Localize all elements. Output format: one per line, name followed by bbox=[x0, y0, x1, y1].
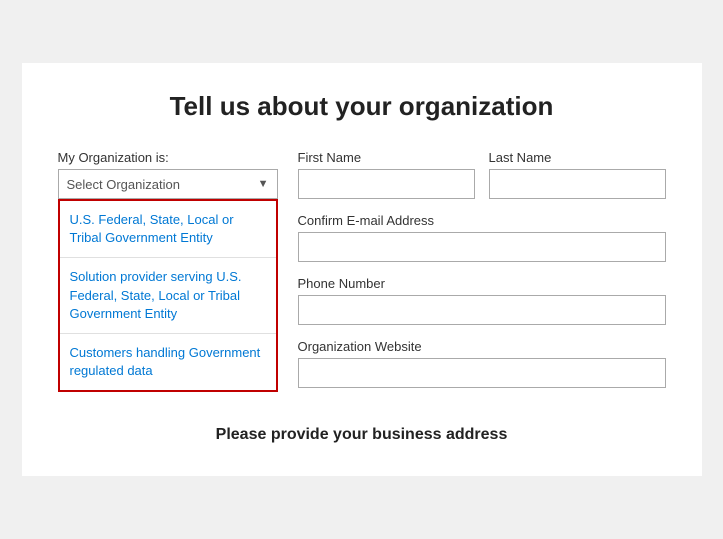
dropdown-item-0[interactable]: U.S. Federal, State, Local or Tribal Gov… bbox=[60, 201, 276, 258]
right-column: First Name Last Name Confirm E-mail Addr… bbox=[298, 150, 666, 402]
chevron-down-icon: ▼ bbox=[258, 178, 269, 190]
dropdown-item-2[interactable]: Customers handling Government regulated … bbox=[60, 334, 276, 390]
confirm-email-group: Confirm E-mail Address bbox=[298, 213, 666, 262]
bottom-text: Please provide your business address bbox=[58, 426, 666, 444]
confirm-email-label: Confirm E-mail Address bbox=[298, 213, 666, 228]
first-name-input[interactable] bbox=[298, 169, 475, 199]
left-column: My Organization is: Select Organization … bbox=[58, 150, 278, 402]
name-row: First Name Last Name bbox=[298, 150, 666, 199]
page-title: Tell us about your organization bbox=[58, 91, 666, 122]
phone-group: Phone Number bbox=[298, 276, 666, 325]
dropdown-item-1[interactable]: Solution provider serving U.S. Federal, … bbox=[60, 258, 276, 334]
phone-row: Phone Number bbox=[298, 276, 666, 325]
first-name-label: First Name bbox=[298, 150, 475, 165]
phone-input[interactable] bbox=[298, 295, 666, 325]
email-row: Confirm E-mail Address bbox=[298, 213, 666, 262]
website-row: Organization Website bbox=[298, 339, 666, 388]
phone-label: Phone Number bbox=[298, 276, 666, 291]
select-value: Select Organization bbox=[67, 177, 180, 192]
org-website-label: Organization Website bbox=[298, 339, 666, 354]
last-name-input[interactable] bbox=[489, 169, 666, 199]
org-select[interactable]: Select Organization ▼ bbox=[58, 169, 278, 199]
page-container: Tell us about your organization My Organ… bbox=[22, 63, 702, 476]
first-name-group: First Name bbox=[298, 150, 475, 199]
dropdown-list: U.S. Federal, State, Local or Tribal Gov… bbox=[58, 199, 278, 392]
org-label: My Organization is: bbox=[58, 150, 278, 165]
confirm-email-input[interactable] bbox=[298, 232, 666, 262]
last-name-group: Last Name bbox=[489, 150, 666, 199]
last-name-label: Last Name bbox=[489, 150, 666, 165]
website-group: Organization Website bbox=[298, 339, 666, 388]
select-wrapper: Select Organization ▼ U.S. Federal, Stat… bbox=[58, 169, 278, 199]
org-website-input[interactable] bbox=[298, 358, 666, 388]
form-area: My Organization is: Select Organization … bbox=[58, 150, 666, 402]
